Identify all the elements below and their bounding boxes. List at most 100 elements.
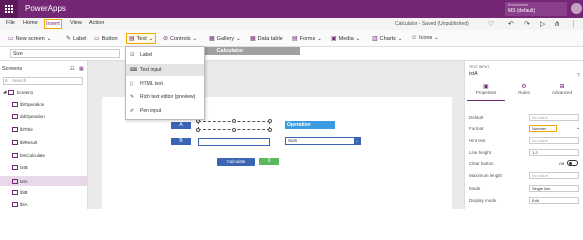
title-bar: PowerApps Environment MS (default): [0, 0, 583, 18]
app-launcher-icon[interactable]: [0, 0, 18, 18]
tree-item-selected[interactable]: txtA: [0, 176, 87, 186]
format-select[interactable]: Number: [529, 125, 557, 132]
label-icon: [12, 140, 18, 145]
control-type: TEXT INPUT: [469, 65, 490, 69]
label-icon: [12, 127, 18, 132]
environment-picker[interactable]: Environment MS (default): [505, 2, 567, 16]
gallery-button[interactable]: ▦ Gallery ⌄: [209, 35, 241, 43]
menu-item-text-input[interactable]: ⌨ Text input: [126, 64, 204, 76]
menu-file[interactable]: File: [5, 20, 16, 26]
clear-button-toggle[interactable]: [567, 160, 578, 166]
resize-handle[interactable]: [232, 128, 236, 132]
menu-item-html-text[interactable]: ▯ HTML text: [126, 78, 204, 90]
tree-item[interactable]: lblResult: [12, 140, 37, 145]
prop-format: Format Number ⌄: [469, 125, 581, 132]
tree-item[interactable]: btnCalculate: [12, 153, 45, 158]
tree-item[interactable]: ddOperation: [12, 114, 45, 119]
resize-handle[interactable]: [268, 119, 272, 123]
share-icon[interactable]: ⋔: [554, 20, 560, 28]
text-input-icon: [12, 178, 18, 184]
collapse-icon: ◢: [3, 89, 7, 94]
default-field[interactable]: No value: [529, 114, 579, 121]
dropdown-icon: [12, 114, 18, 119]
charts-icon: ▥: [372, 36, 378, 42]
controls-icon: ⊜: [163, 36, 169, 42]
display-mode-select[interactable]: Edit: [529, 197, 579, 204]
label-a[interactable]: A: [171, 122, 191, 129]
rules-icon: ⚙: [521, 84, 527, 90]
environment-label: Environment: [508, 3, 528, 7]
hint-text-field[interactable]: No value: [529, 137, 579, 144]
new-screen-button[interactable]: ▭ New screen ⌄: [8, 35, 52, 43]
forms-button[interactable]: ▤ Forms ⌄: [292, 35, 322, 43]
text-input-icon: [12, 165, 18, 170]
menu-item-label[interactable]: ☑ Label: [126, 49, 204, 61]
menu-action[interactable]: Action: [88, 20, 105, 26]
redo-icon[interactable]: ↷: [524, 20, 530, 28]
avatar[interactable]: [571, 3, 582, 14]
resize-handle[interactable]: [196, 128, 200, 132]
media-button[interactable]: ▣ Media ⌄: [331, 35, 361, 43]
preview-icon[interactable]: ▷: [540, 20, 545, 28]
prop-mode: Mode Single line: [469, 185, 581, 194]
label-button[interactable]: ✎ Label: [66, 35, 87, 43]
app-checker-icon[interactable]: ♡: [488, 20, 494, 28]
controls-button[interactable]: ⊜ Controls ⌄: [163, 35, 197, 43]
charts-button[interactable]: ▥ Charts ⌄: [372, 35, 402, 43]
menu-insert[interactable]: Insert: [44, 19, 62, 29]
icons-button[interactable]: ☺ Icons ⌄: [411, 35, 439, 41]
calculate-button[interactable]: Calculate: [217, 158, 255, 166]
button-icon: ▭: [94, 36, 100, 42]
line-height-field[interactable]: 1.2: [529, 149, 579, 156]
maximum-length-field[interactable]: No value: [529, 172, 579, 179]
screen-options-icon[interactable]: ▦: [79, 66, 84, 72]
undo-icon[interactable]: ↶: [508, 20, 514, 28]
prop-hint-text: Hint text No value: [469, 137, 581, 146]
app-name: PowerApps: [25, 4, 66, 13]
label-b[interactable]: B: [171, 138, 191, 145]
operation-label[interactable]: Operation: [285, 121, 335, 129]
search-input[interactable]: Search: [3, 77, 83, 85]
tree-item[interactable]: lblA: [12, 202, 28, 207]
tree-screen1[interactable]: ◢ Screen1: [3, 89, 33, 95]
tree-item[interactable]: lblB: [12, 190, 28, 195]
tab-properties[interactable]: ▣ Properties: [467, 83, 505, 101]
prop-clear-button: Clear button Off: [469, 160, 581, 169]
text-input-icon: ⌨: [130, 67, 138, 73]
prop-display-mode: Display mode Edit: [469, 197, 581, 206]
menu-item-rich-text-editor[interactable]: ✎ Rich text editor (preview): [126, 91, 204, 103]
tree-item[interactable]: lblTitle: [12, 127, 33, 132]
resize-handle[interactable]: [268, 128, 272, 132]
tree-item[interactable]: lblOperation: [12, 102, 44, 107]
chevron-down-icon: ⌄: [236, 35, 241, 42]
menu-view[interactable]: View: [69, 20, 83, 26]
menu-home[interactable]: Home: [22, 20, 39, 26]
chevron-down-icon: ⌄: [46, 35, 52, 42]
operation-dropdown[interactable]: Sum ⌄: [285, 137, 361, 145]
properties-panel: TEXT INPUT txtA ? ▣ Properties ⚙ Rules ⊞ Ad…: [464, 61, 583, 209]
text-button[interactable]: ▤ Text ⌄: [126, 33, 157, 44]
control-name[interactable]: txtA: [469, 71, 478, 77]
view-toggle-icon[interactable]: ☷: [70, 66, 74, 72]
forms-icon: ▤: [292, 36, 298, 42]
resize-handle[interactable]: [232, 119, 236, 123]
icons-icon: ☺: [411, 35, 418, 41]
property-select[interactable]: Size: [10, 49, 120, 58]
help-icon[interactable]: ?: [577, 73, 580, 79]
button-button[interactable]: ▭ Button: [94, 35, 118, 43]
text-input-b[interactable]: [198, 138, 270, 146]
search-icon: ⌕: [5, 78, 8, 84]
gallery-icon: ▦: [209, 36, 215, 42]
tab-rules[interactable]: ⚙ Rules: [505, 83, 543, 95]
data-table-button[interactable]: ▦ Data table: [250, 35, 283, 43]
rich-text-icon: ✎: [130, 94, 135, 100]
properties-icon: ▣: [483, 84, 489, 90]
save-icon[interactable]: ⋮: [570, 20, 577, 28]
mode-select[interactable]: Single line: [529, 185, 579, 192]
chevron-down-icon: ⌄: [355, 35, 361, 42]
tab-advanced[interactable]: ⊞ Advanced: [543, 83, 581, 95]
chevron-down-icon: ⌄: [354, 138, 360, 144]
tree-item[interactable]: txtB: [12, 165, 28, 170]
menu-item-pen-input[interactable]: ✐ Pen input: [126, 105, 204, 117]
result-label[interactable]: 0: [259, 158, 279, 165]
